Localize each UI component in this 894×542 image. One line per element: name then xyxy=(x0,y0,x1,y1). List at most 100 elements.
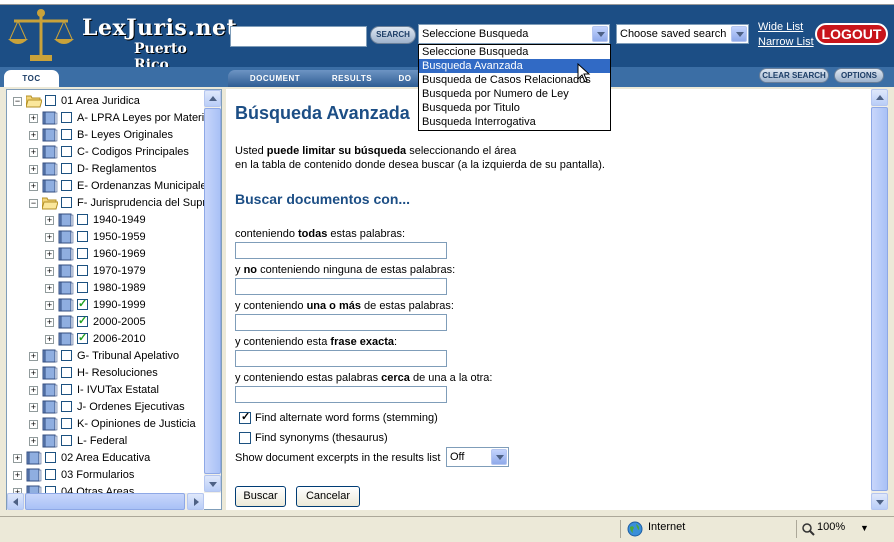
expand-icon[interactable]: + xyxy=(45,267,54,276)
scroll-thumb[interactable] xyxy=(204,108,221,474)
tree-item-checkbox[interactable] xyxy=(61,367,72,378)
chevron-down-icon[interactable] xyxy=(731,26,747,42)
scroll-thumb[interactable] xyxy=(871,107,888,491)
toc-vertical-scrollbar[interactable] xyxy=(204,90,221,493)
tree-item[interactable]: + H- Resoluciones xyxy=(7,365,204,382)
search-type-option[interactable]: Seleccione Busqueda xyxy=(419,45,610,59)
tree-item[interactable]: +2000-2005 xyxy=(7,313,204,331)
clear-search-button[interactable]: CLEAR SEARCH xyxy=(759,68,829,83)
expand-icon[interactable]: + xyxy=(29,148,38,157)
scroll-right-button[interactable] xyxy=(187,493,204,510)
expand-icon[interactable]: + xyxy=(45,318,54,327)
expand-icon[interactable]: + xyxy=(29,165,38,174)
logout-button[interactable]: LOGOUT xyxy=(815,23,888,45)
buscar-button[interactable]: Buscar xyxy=(235,486,286,507)
expand-icon[interactable]: + xyxy=(29,114,38,123)
tree-item-checkbox[interactable] xyxy=(45,95,56,106)
search-type-option[interactable]: Busqueda Interrogativa xyxy=(419,115,610,129)
scroll-up-button[interactable] xyxy=(204,90,221,107)
tree-item[interactable]: +1950-1959 xyxy=(7,229,204,246)
search-button[interactable]: SEARCH xyxy=(370,26,416,44)
tree-item[interactable]: +2006-2010 xyxy=(7,330,204,348)
expand-icon[interactable]: + xyxy=(13,471,22,480)
tree-item-checkbox[interactable] xyxy=(61,129,72,140)
tree-item[interactable]: + K- Opiniones de Justicia xyxy=(7,416,204,433)
tree-item[interactable]: +1970-1979 xyxy=(7,263,204,280)
tree-item[interactable]: + B- Leyes Originales xyxy=(7,127,204,144)
scroll-up-button[interactable] xyxy=(871,89,888,106)
stemming-checkbox[interactable] xyxy=(239,410,251,424)
collapse-icon[interactable]: − xyxy=(13,97,22,106)
search-input[interactable] xyxy=(230,26,367,47)
expand-icon[interactable]: + xyxy=(29,420,38,429)
narrow-list-link[interactable]: Narrow List xyxy=(758,36,814,48)
tree-item-checkbox[interactable] xyxy=(61,435,72,446)
expand-icon[interactable]: + xyxy=(45,250,54,259)
tree-item[interactable]: +02 Area Educativa xyxy=(7,450,204,467)
expand-icon[interactable]: + xyxy=(45,233,54,242)
zoom-chevron-down-icon[interactable]: ▼ xyxy=(860,523,869,533)
tree-item-checkbox[interactable] xyxy=(61,180,72,191)
expand-icon[interactable]: + xyxy=(29,386,38,395)
tree-item[interactable]: +1980-1989 xyxy=(7,280,204,297)
tree-item-checkbox[interactable] xyxy=(45,469,56,480)
tree-item-checkbox[interactable] xyxy=(61,418,72,429)
chevron-down-icon[interactable] xyxy=(592,26,608,42)
excerpts-select[interactable]: Off xyxy=(446,447,509,467)
expand-icon[interactable]: + xyxy=(29,182,38,191)
toc-horizontal-scrollbar[interactable] xyxy=(7,493,204,510)
expand-icon[interactable]: + xyxy=(45,335,54,344)
search-type-option[interactable]: Busqueda por Titulo xyxy=(419,101,610,115)
zoom-level[interactable]: 100% xyxy=(817,521,845,533)
search-type-select[interactable]: Seleccione Busqueda xyxy=(418,24,610,44)
wide-list-link[interactable]: Wide List xyxy=(758,21,803,33)
search-type-dropdown[interactable]: Seleccione Busqueda Busqueda Avanzada Busq… xyxy=(418,44,611,131)
tree-item-checkbox[interactable] xyxy=(77,248,88,259)
options-button[interactable]: OPTIONS xyxy=(834,68,884,83)
tree-item[interactable]: − 01 Area Juridica xyxy=(7,93,204,110)
tree-item-checkbox[interactable] xyxy=(61,112,72,123)
tree-item[interactable]: − F- Jurisprudencia del Supremo xyxy=(7,195,204,212)
collapse-icon[interactable]: − xyxy=(29,199,38,208)
tree-item-checkbox[interactable] xyxy=(61,350,72,361)
tree-item-checkbox[interactable] xyxy=(77,231,88,242)
tree-item-checkbox[interactable] xyxy=(61,146,72,157)
tree-item[interactable]: + G- Tribunal Apelativo xyxy=(7,348,204,365)
tree-item[interactable]: +1960-1969 xyxy=(7,246,204,263)
tree-item-checkbox[interactable] xyxy=(45,486,56,493)
tree-item-checkbox[interactable] xyxy=(77,265,88,276)
expand-icon[interactable]: + xyxy=(29,131,38,140)
tree-item-checkbox[interactable] xyxy=(45,452,56,463)
tree-item-checkbox[interactable] xyxy=(61,163,72,174)
tree-item[interactable]: + A- LPRA Leyes por Materia xyxy=(7,110,204,127)
tree-item[interactable]: +03 Formularios xyxy=(7,467,204,484)
scroll-down-button[interactable] xyxy=(871,493,888,510)
tree-item-checkbox[interactable] xyxy=(77,296,88,313)
scroll-thumb[interactable] xyxy=(25,493,185,510)
expand-icon[interactable]: + xyxy=(45,216,54,225)
saved-search-select[interactable]: Choose saved search xyxy=(616,24,749,44)
tree-item-checkbox[interactable] xyxy=(61,401,72,412)
tree-item[interactable]: + E- Ordenanzas Municipales xyxy=(7,178,204,195)
logo[interactable]: LexJuris.net Puerto Rico xyxy=(6,7,237,73)
search-term-input[interactable] xyxy=(235,386,447,403)
expand-icon[interactable]: + xyxy=(13,454,22,463)
tree-item[interactable]: + J- Ordenes Ejecutivas xyxy=(7,399,204,416)
tab-toc[interactable]: TOC xyxy=(4,70,59,87)
tree-item[interactable]: + L- Federal xyxy=(7,433,204,450)
expand-icon[interactable]: + xyxy=(29,369,38,378)
tree-item-checkbox[interactable] xyxy=(77,313,88,330)
scroll-left-button[interactable] xyxy=(7,493,24,510)
expand-icon[interactable]: + xyxy=(45,301,54,310)
tree-item-checkbox[interactable] xyxy=(77,214,88,225)
tree-item[interactable]: +1940-1949 xyxy=(7,212,204,229)
chevron-down-icon[interactable] xyxy=(491,449,507,465)
expand-icon[interactable]: + xyxy=(45,284,54,293)
tree-item[interactable]: +1990-1999 xyxy=(7,296,204,314)
tree-item[interactable]: +04 Otras Areas xyxy=(7,484,204,493)
tree-item-checkbox[interactable] xyxy=(61,384,72,395)
expand-icon[interactable]: + xyxy=(29,437,38,446)
zoom-icon[interactable] xyxy=(801,522,815,536)
tree-item[interactable]: + I- IVUTax Estatal xyxy=(7,382,204,399)
tree-item-checkbox[interactable] xyxy=(77,330,88,347)
